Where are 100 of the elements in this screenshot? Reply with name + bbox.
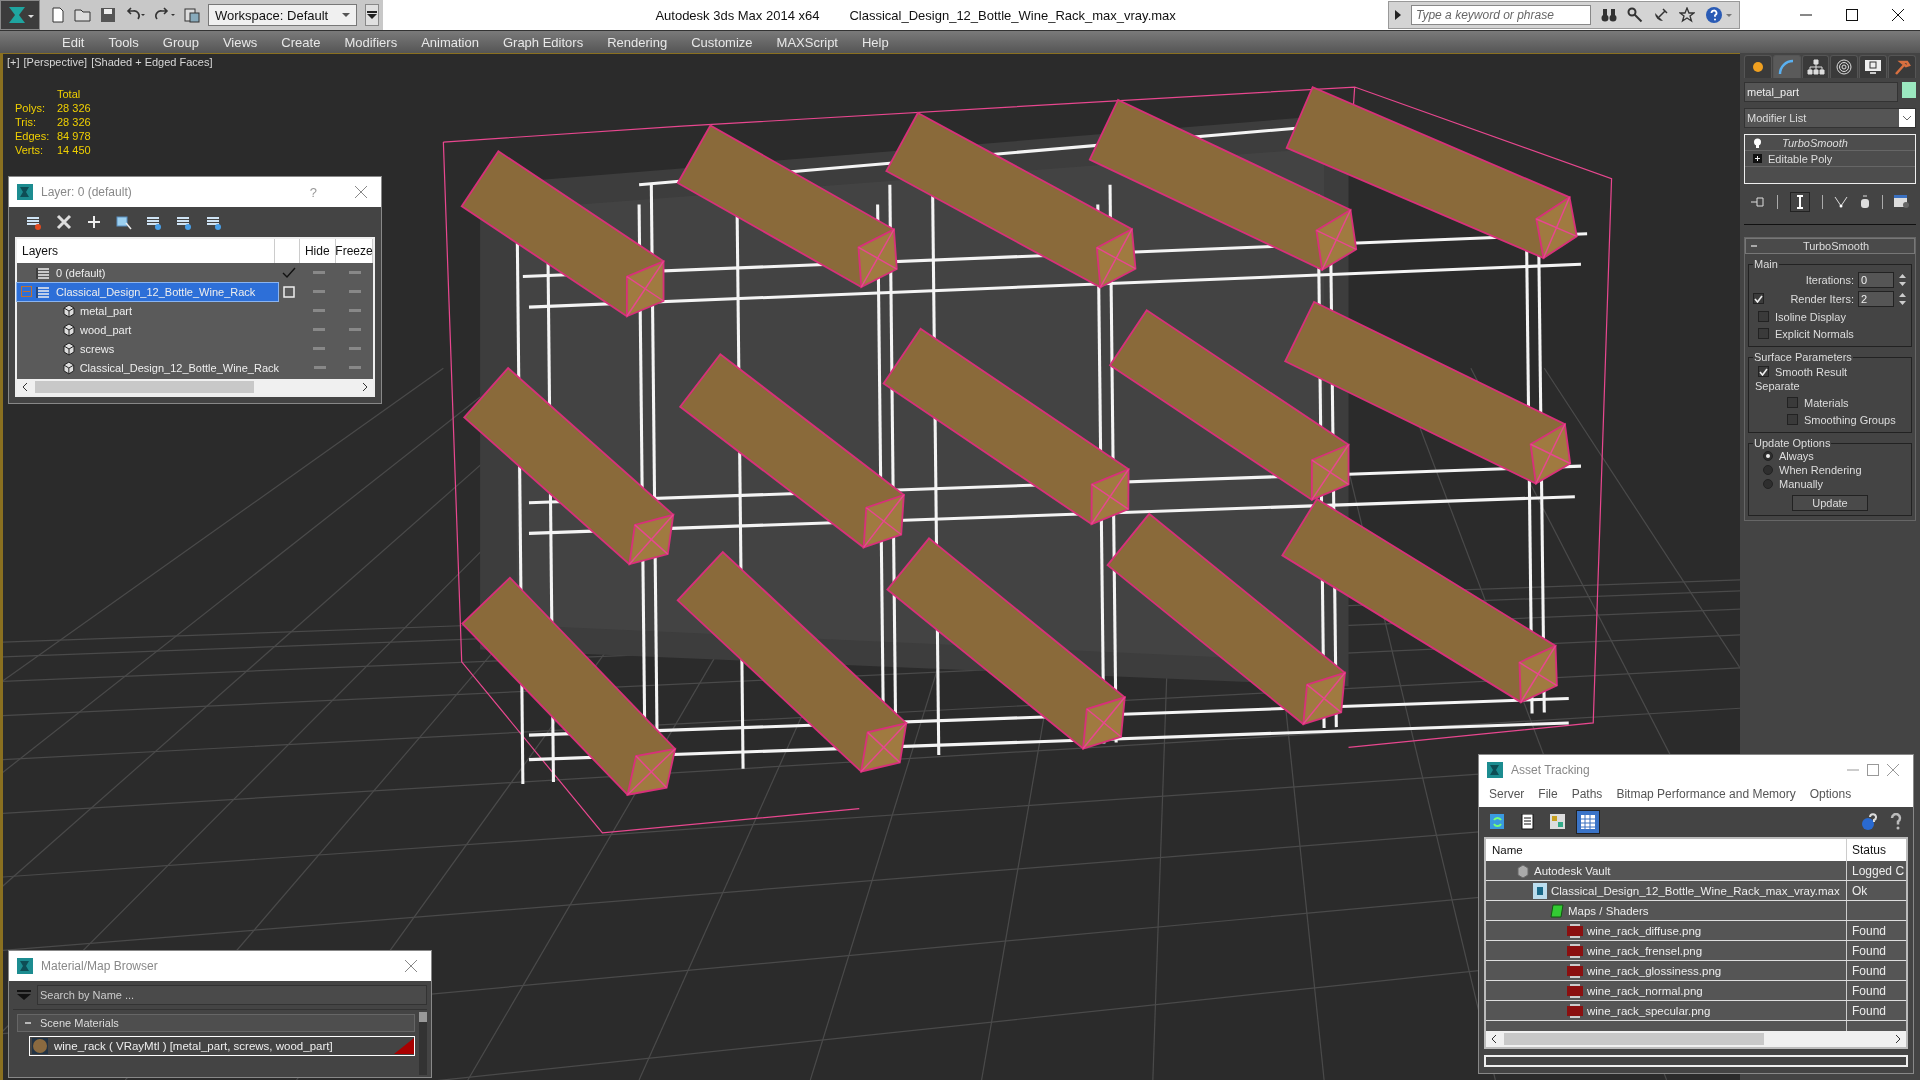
star-icon[interactable]: [1679, 7, 1695, 23]
key-icon[interactable]: [1627, 7, 1643, 23]
layer-row[interactable]: screws: [17, 339, 278, 358]
hide-toggle[interactable]: [313, 290, 326, 293]
checkbox[interactable]: [1758, 311, 1769, 322]
checkbox[interactable]: [1787, 414, 1798, 425]
checkbox-option[interactable]: Explicit Normals: [1753, 325, 1907, 342]
vertical-scrollbar[interactable]: [419, 1012, 427, 1075]
help-icon[interactable]: [1705, 6, 1733, 24]
menu-item[interactable]: Group: [150, 34, 211, 50]
menu-item[interactable]: Help: [850, 34, 901, 50]
group-header[interactable]: Scene Materials: [17, 1014, 415, 1032]
hierarchy-tab[interactable]: [1801, 55, 1830, 78]
checkbox-option[interactable]: Materials: [1753, 394, 1907, 411]
workspace-dropdown[interactable]: Workspace: Default: [208, 4, 358, 26]
hide-toggle[interactable]: [313, 328, 326, 331]
checkbox-option[interactable]: Smooth Result: [1753, 363, 1907, 380]
checkbox[interactable]: [1753, 293, 1764, 304]
checkbox[interactable]: [1787, 397, 1798, 408]
scrollbar-thumb[interactable]: [419, 1012, 427, 1022]
layer-row[interactable]: metal_part: [17, 301, 278, 320]
table-view-button[interactable]: [1577, 811, 1599, 833]
viewport-menu-label[interactable]: [Shaded + Edged Faces]: [91, 56, 213, 68]
add-icon[interactable]: [85, 213, 103, 231]
freeze-toggle[interactable]: [349, 290, 362, 293]
maximize-icon[interactable]: [1846, 9, 1858, 21]
hide-toggle[interactable]: [313, 347, 326, 350]
asset-name[interactable]: wine_rack_frensel.png: [1587, 944, 1703, 957]
pin-stack-icon[interactable]: [1749, 196, 1766, 208]
expand-arrow-icon[interactable]: [1395, 10, 1401, 20]
project-folder-icon[interactable]: [184, 7, 200, 23]
asset-name[interactable]: wine_rack_glossiness.png: [1587, 964, 1722, 977]
viewport-menu-label[interactable]: [+]: [7, 56, 20, 68]
spinner-field[interactable]: 2: [1858, 290, 1894, 307]
asset-name[interactable]: wine_rack_diffuse.png: [1587, 924, 1702, 937]
motion-tab[interactable]: [1830, 55, 1859, 78]
freeze-toggle[interactable]: [349, 328, 362, 331]
expand-icon[interactable]: [1753, 154, 1762, 163]
select-objects-icon[interactable]: [115, 213, 133, 231]
remove-modifier-icon[interactable]: [1859, 195, 1870, 209]
column-header[interactable]: Status: [1847, 839, 1906, 861]
menu-item[interactable]: Customize: [679, 34, 765, 50]
asset-name[interactable]: Classical_Design_12_Bottle_Wine_Rack_max_vray.max: [1551, 884, 1840, 897]
menu-item[interactable]: Create: [269, 34, 333, 50]
app-logo-button[interactable]: [0, 0, 40, 30]
menu-item[interactable]: Bitmap Performance and Memory: [1616, 787, 1796, 801]
freeze-toggle[interactable]: [349, 347, 362, 350]
open-folder-icon[interactable]: [74, 7, 92, 23]
material-item[interactable]: wine_rack ( VRayMtl ) [metal_part, screws, wood_part]: [29, 1036, 415, 1056]
check-icon[interactable]: [282, 266, 297, 279]
freeze-toggle[interactable]: [349, 271, 362, 274]
object-name-field[interactable]: metal_part: [1744, 82, 1898, 102]
display-tab[interactable]: [1859, 55, 1888, 78]
layer-row[interactable]: Classical_Design_12_Bottle_Wine_Rack: [17, 358, 279, 377]
viewport-menu-label[interactable]: [Perspective]: [23, 56, 88, 68]
radio-button[interactable]: [1763, 479, 1773, 489]
update-button[interactable]: Update: [1792, 495, 1868, 511]
close-icon[interactable]: [1892, 9, 1904, 21]
hide-toggle[interactable]: [314, 366, 327, 369]
spinner-arrows-icon[interactable]: [1898, 271, 1907, 288]
asset-name[interactable]: Autodesk Vault: [1534, 864, 1611, 877]
object-color-swatch[interactable]: [1902, 82, 1916, 98]
radio-button[interactable]: [1763, 465, 1773, 475]
horizontal-scrollbar[interactable]: [17, 379, 373, 395]
show-end-result-button[interactable]: [1790, 192, 1811, 212]
delete-icon[interactable]: [55, 213, 73, 231]
menu-item[interactable]: MAXScript: [764, 34, 850, 50]
globe-help-icon[interactable]: [1861, 813, 1879, 831]
menu-item[interactable]: Paths: [1571, 787, 1603, 801]
search-field[interactable]: Type a keyword or phrase: [1411, 5, 1591, 25]
configure-sets-icon[interactable]: [1894, 195, 1911, 209]
create-tab[interactable]: [1744, 55, 1772, 78]
checkbox-option[interactable]: Isoline Display: [1753, 308, 1907, 325]
hide-toggle[interactable]: [313, 271, 326, 274]
menu-item[interactable]: Edit: [50, 34, 97, 50]
radio-button[interactable]: [1763, 451, 1773, 461]
menu-item[interactable]: Animation: [409, 34, 491, 50]
binoculars-icon[interactable]: [1601, 7, 1617, 23]
asset-name[interactable]: wine_rack_specular.png: [1587, 1004, 1711, 1017]
lightbulb-icon[interactable]: [1753, 137, 1762, 148]
radio-option[interactable]: Manually: [1753, 477, 1907, 491]
menu-item[interactable]: Rendering: [595, 34, 680, 50]
radio-option[interactable]: When Rendering: [1753, 463, 1907, 477]
modifier-stack-item[interactable]: Editable Poly: [1745, 151, 1915, 167]
layer-row[interactable]: wood_part: [17, 320, 278, 339]
radio-option[interactable]: Always: [1753, 449, 1907, 463]
spinner-field[interactable]: 0: [1858, 271, 1894, 288]
modifier-list-dropdown[interactable]: Modifier List: [1744, 108, 1916, 128]
checkbox-option[interactable]: Smoothing Groups: [1753, 411, 1907, 428]
menu-item[interactable]: Modifiers: [332, 34, 410, 50]
spinner-arrows-icon[interactable]: [1898, 290, 1907, 307]
overflow-dropdown-button[interactable]: [365, 4, 380, 26]
checkbox[interactable]: [1758, 328, 1769, 339]
freeze-toggle[interactable]: [349, 309, 362, 312]
menu-item[interactable]: File: [1538, 787, 1558, 801]
satellite-dish-icon[interactable]: [1653, 7, 1669, 23]
hide-toggle[interactable]: [313, 309, 326, 312]
checkbox[interactable]: [1758, 366, 1769, 377]
new-file-icon[interactable]: [50, 7, 66, 23]
freeze-toggle[interactable]: [349, 366, 362, 369]
